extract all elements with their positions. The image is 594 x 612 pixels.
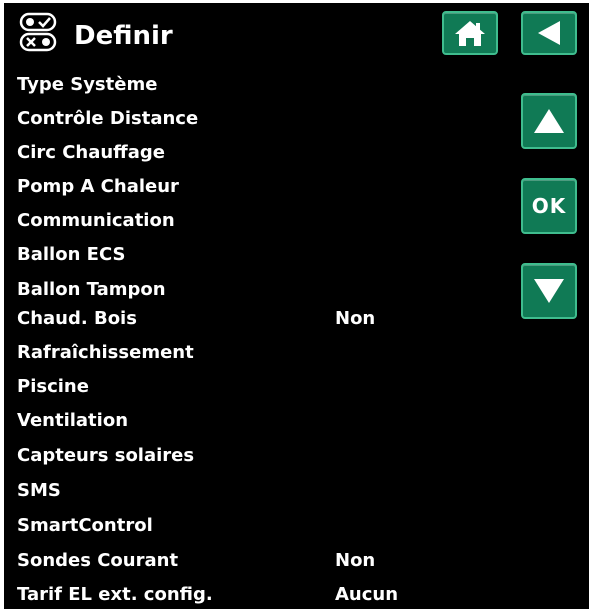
menu-item-label: Pomp A Chaleur (17, 176, 179, 197)
menu-item-label: Piscine (17, 376, 89, 397)
menu-item-label: Ventilation (17, 410, 129, 431)
menu-item-value: Non (335, 308, 376, 329)
menu-item-ballon-tampon[interactable]: Ballon Tampon (17, 275, 497, 305)
menu-item-sondes-courant[interactable]: Sondes Courant Non (17, 546, 497, 576)
menu-item-label: Ballon Tampon (17, 279, 166, 300)
menu-item-label: Sondes Courant (17, 550, 179, 571)
menu-item-rafraichissement[interactable]: Rafraîchissement (17, 338, 497, 368)
menu-item-piscine[interactable]: Piscine (17, 372, 497, 402)
menu-item-label: Type Système (17, 74, 158, 95)
menu-item-circ-chauffage[interactable]: Circ Chauffage (17, 138, 497, 168)
display-screen: Definir OK Type Système Contrôle Distanc… (4, 3, 589, 609)
menu-item-pomp-a-chaleur[interactable]: Pomp A Chaleur (17, 172, 497, 202)
menu-item-sms[interactable]: SMS (17, 476, 497, 506)
menu-item-label: SmartControl (17, 515, 153, 536)
scroll-up-button[interactable] (521, 93, 577, 149)
home-icon (455, 21, 485, 46)
page-title: Definir (74, 21, 173, 51)
menu-item-controle-distance[interactable]: Contrôle Distance (17, 104, 497, 134)
scroll-down-button[interactable] (521, 263, 577, 319)
menu-item-label: Chaud. Bois (17, 308, 137, 329)
menu-item-communication[interactable]: Communication (17, 206, 497, 236)
menu-item-label: SMS (17, 480, 61, 501)
ok-label: OK (531, 194, 567, 218)
menu-item-label: Tarif EL ext. config. (17, 584, 213, 605)
menu-item-smartcontrol[interactable]: SmartControl (17, 511, 497, 541)
menu-item-label: Circ Chauffage (17, 142, 165, 163)
menu-item-ventilation[interactable]: Ventilation (17, 406, 497, 436)
menu-item-type-systeme[interactable]: Type Système (17, 70, 497, 100)
menu-item-label: Rafraîchissement (17, 342, 194, 363)
menu-item-label: Contrôle Distance (17, 108, 199, 129)
menu-item-value: Aucun (335, 584, 399, 605)
menu-item-chaud-bois[interactable]: Chaud. Bois Non (17, 304, 497, 334)
back-button[interactable] (521, 11, 577, 55)
menu-item-value: Non (335, 550, 376, 571)
settings-toggles-icon (19, 12, 57, 52)
menu-item-tarif-el-ext-config[interactable]: Tarif EL ext. config. Aucun (17, 580, 497, 609)
menu-item-ballon-ecs[interactable]: Ballon ECS (17, 240, 497, 270)
menu-item-label: Communication (17, 210, 175, 231)
menu-item-label: Capteurs solaires (17, 445, 195, 466)
up-arrow-icon (534, 109, 564, 133)
back-arrow-icon (538, 21, 560, 45)
down-arrow-icon (534, 279, 564, 303)
menu-item-capteurs-solaires[interactable]: Capteurs solaires (17, 441, 497, 471)
home-button[interactable] (442, 11, 498, 55)
ok-button[interactable]: OK (521, 178, 577, 234)
menu-item-label: Ballon ECS (17, 244, 126, 265)
